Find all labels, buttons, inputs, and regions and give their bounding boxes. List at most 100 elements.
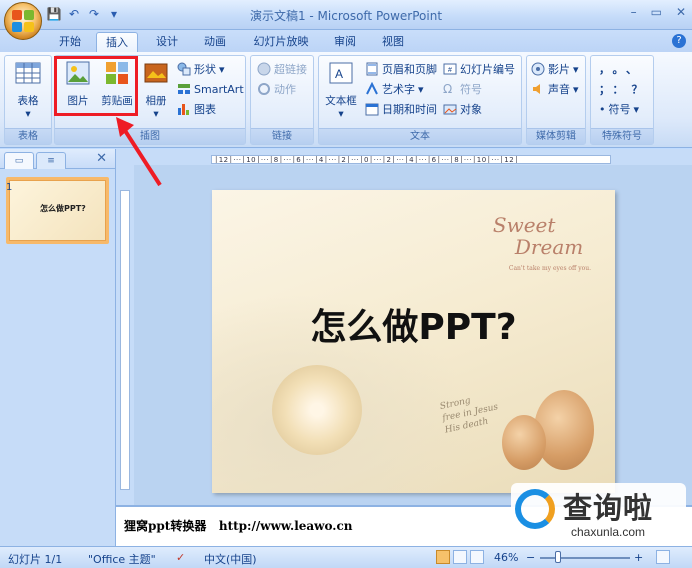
tab-slideshow[interactable]: 幻灯片放映 [246,32,316,52]
textbox-icon: A [329,62,353,84]
movie-button[interactable]: 影片 ▾ [531,60,579,78]
svg-text:#: # [448,67,452,74]
sound-icon [533,84,540,94]
slide-thumbnail[interactable]: 怎么做PPT? [6,177,109,244]
omega-icon: Ω [443,82,453,96]
zoom-out-icon[interactable]: − [526,551,535,564]
shapes-icon [177,62,191,76]
close-pane-icon[interactable]: ✕ [96,151,107,166]
slide-number: 1 [6,182,13,193]
shapes-button[interactable]: 形状 ▾ [177,60,225,78]
object-button[interactable]: 对象 [443,100,482,118]
svg-text:A: A [335,67,343,81]
smartart-button[interactable]: SmartArt [177,80,244,98]
calendar-icon [365,103,379,116]
hyperlink-button[interactable]: 超链接 [257,60,307,78]
group-table: 表格 ▾ 表格 [4,55,52,145]
zoom-in-icon[interactable]: + [634,551,643,564]
table-icon [15,62,41,84]
close-button[interactable]: ✕ [676,5,686,19]
table-button[interactable]: 表格 ▾ [10,60,46,120]
watermark-url: chaxunla.com [571,525,646,539]
highlight-box [54,56,138,116]
symbols-row-2[interactable]: ；：？ [599,80,651,98]
book-text: Strong free in Jesus His death [439,395,500,436]
wordart-button[interactable]: 艺术字 ▾ [365,80,424,98]
action-icon [258,83,270,95]
theme-status: "Office 主题" [88,553,156,566]
vertical-ruler [116,165,134,505]
horizontal-ruler: │12│···│10│···│8│···│6│···│4│···│2│···│0… [116,149,692,165]
watermark: 查询啦 chaxunla.com [511,483,686,545]
status-bar: 幻灯片 1/1 "Office 主题" ✓ 中文(中国) 46% − + [0,546,692,568]
rose-image [272,365,362,455]
watermark-text: 查询啦 [563,491,654,525]
minimize-button[interactable]: – [631,5,637,19]
slide-number-button[interactable]: # 幻灯片编号 [443,60,515,78]
wordart-icon [366,82,378,95]
slide-title[interactable]: 怎么做PPT? [212,298,615,350]
symbol-button[interactable]: Ω 符号 [443,80,482,98]
group-label-special-symbols: 特殊符号 [591,128,653,144]
chart-button[interactable]: 图表 [177,100,216,118]
header-footer-icon [366,62,378,76]
red-arrow-icon [116,117,162,187]
group-special-symbols: ，。、 ；：？ • 符号 ▾ 特殊符号 [590,55,654,145]
group-text: A 文本框 ▾ 页眉和页脚 艺术字 ▾ 日期和时间 # 幻灯片编号 Ω 符号 对象 … [318,55,522,145]
office-button[interactable] [4,2,42,40]
group-label-table: 表格 [5,128,51,144]
group-label-links: 链接 [251,128,313,144]
smartart-icon [178,84,190,94]
group-label-media: 媒体剪辑 [527,128,585,144]
help-icon[interactable]: ? [672,34,686,48]
dot-icon: • [599,102,606,116]
hyperlink-icon [257,62,271,76]
group-media: 影片 ▾ 声音 ▾ 媒体剪辑 [526,55,586,145]
header-footer-button[interactable]: 页眉和页脚 [365,60,437,78]
datetime-button[interactable]: 日期和时间 [365,100,437,118]
photo-album-button[interactable]: 相册 ▾ [141,60,171,120]
zoom-slider[interactable] [540,557,630,559]
special-symbol-button[interactable]: • 符号 ▾ [599,100,639,118]
slideshow-view-button[interactable] [470,550,484,564]
tab-slides[interactable]: ▭ [4,152,34,169]
notes-text: 狸窝ppt转换器 http://www.leawo.cn [124,519,353,533]
window-title: 演示文稿1 - Microsoft PowerPoint [249,9,443,23]
zoom-slider-thumb[interactable] [555,551,561,563]
slide-sorter-view-button[interactable] [453,550,467,564]
tab-design[interactable]: 设计 [148,32,186,52]
chart-icon [178,104,189,115]
tab-home[interactable]: 开始 [52,32,88,52]
tab-review[interactable]: 审阅 [326,32,364,52]
slide-count-status: 幻灯片 1/1 [8,553,63,566]
symbols-row-1[interactable]: ，。、 [599,60,645,78]
tab-outline[interactable]: ≡ [36,152,66,169]
tab-animation[interactable]: 动画 [196,32,234,52]
movie-icon [531,62,545,76]
language-status[interactable]: 中文(中国) [204,551,257,567]
ribbon-tabs: 开始 插入 设计 动画 幻灯片放映 审阅 视图 [0,30,692,52]
album-icon [144,63,168,83]
slides-pane: ▭ ≡ ✕ 怎么做PPT? 1 [0,149,116,546]
tab-insert[interactable]: 插入 [96,32,138,52]
group-label-text: 文本 [319,128,521,144]
fit-to-window-icon[interactable] [656,550,670,564]
slide-editing-area: Sweet Dream Can't take my eyes off you. … [134,165,692,505]
thumbnail-title: 怎么做PPT? [40,204,86,213]
chaxunla-logo-icon [515,489,555,529]
spellcheck-icon[interactable]: ✓ [176,551,185,564]
restore-button[interactable]: ▭ [651,5,662,19]
textbox-button[interactable]: A 文本框 ▾ [323,60,359,120]
slide-number-icon: # [443,63,457,75]
action-button[interactable]: 动作 [257,80,296,98]
title-bar: 💾 ↶ ↷ ▾ 演示文稿1 - Microsoft PowerPoint – ▭… [0,0,692,30]
sound-button[interactable]: 声音 ▾ [531,80,579,98]
office-logo-icon [12,10,34,32]
sweet-dream-logo: Sweet Dream Can't take my eyes off you. [492,213,591,272]
normal-view-button[interactable] [436,550,450,564]
zoom-level[interactable]: 46% [494,551,518,564]
object-icon [443,104,457,115]
tab-view[interactable]: 视图 [374,32,412,52]
teddy-bear-small [502,415,546,470]
slide-canvas[interactable]: Sweet Dream Can't take my eyes off you. … [212,190,615,493]
